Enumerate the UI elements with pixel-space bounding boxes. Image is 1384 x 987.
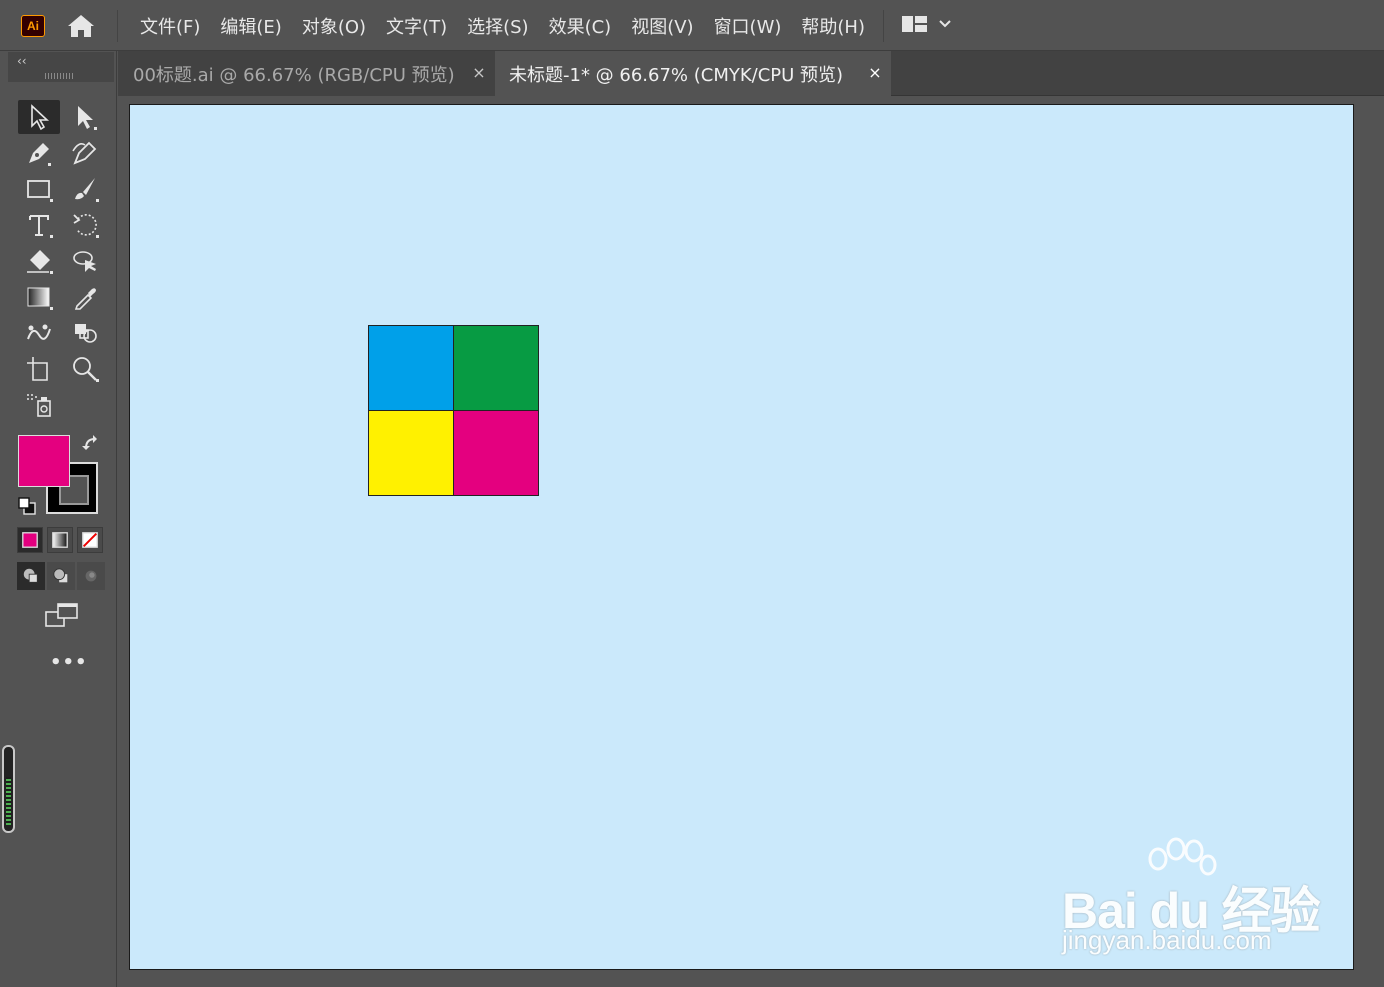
- gradient-icon: [27, 287, 53, 310]
- menu-help[interactable]: 帮助(H): [791, 13, 875, 39]
- shape-builder-tool[interactable]: [64, 316, 106, 350]
- collapse-panel-icon[interactable]: ‹‹: [17, 54, 27, 68]
- draw-normal-icon: [23, 568, 38, 583]
- document-tab-active[interactable]: 未标题-1* @ 66.67% (CMYK/CPU 预览) ×: [495, 51, 891, 96]
- rotate-tool[interactable]: [64, 208, 106, 242]
- pen-tool[interactable]: [18, 136, 60, 170]
- rotate-icon: [73, 214, 99, 238]
- menu-divider: [117, 10, 118, 42]
- selection-arrow-icon: [31, 104, 50, 131]
- document-tab-inactive[interactable]: 00标题.ai @ 66.67% (RGB/CPU 预览) ×: [118, 51, 495, 96]
- watermark-url: jingyan.baidu.com: [1062, 925, 1272, 955]
- menu-edit[interactable]: 编辑(E): [210, 13, 291, 39]
- menu-type[interactable]: 文字(T): [376, 13, 457, 39]
- eyedropper-tool[interactable]: [64, 280, 106, 314]
- paintbrush-tool[interactable]: [64, 172, 106, 206]
- gradient-mode-button[interactable]: [47, 527, 73, 553]
- magnifier-icon: [73, 357, 99, 382]
- menu-view[interactable]: 视图(V): [621, 13, 703, 39]
- swap-fill-stroke-icon[interactable]: [82, 434, 102, 454]
- selection-tool[interactable]: [18, 100, 60, 134]
- draw-normal-button[interactable]: [17, 562, 45, 590]
- artboard-icon: [27, 357, 48, 381]
- draw-inside-button[interactable]: [77, 562, 105, 590]
- home-icon[interactable]: [66, 12, 96, 40]
- zoom-tool[interactable]: [64, 352, 106, 386]
- square-green[interactable]: [453, 325, 539, 411]
- rectangle-tool[interactable]: [18, 172, 60, 206]
- tab-close-icon[interactable]: ×: [469, 63, 489, 82]
- symbol-sprayer-icon: [27, 394, 51, 417]
- gradient-swatch-icon: [52, 532, 68, 548]
- panel-grip[interactable]: [45, 73, 75, 79]
- menu-object[interactable]: 对象(O): [292, 13, 376, 39]
- eraser-tool[interactable]: [18, 244, 60, 278]
- type-tool[interactable]: [18, 208, 60, 242]
- symbol-sprayer-tool[interactable]: [18, 388, 60, 422]
- rectangle-icon: [27, 180, 53, 202]
- baidu-jingyan-watermark: Bai du 经验 jingyan.baidu.com: [1058, 837, 1321, 959]
- square-yellow[interactable]: [368, 410, 454, 496]
- draw-behind-icon: [53, 568, 68, 583]
- paintbrush-icon: [75, 178, 99, 202]
- artboard-tool[interactable]: [18, 352, 60, 386]
- menu-select[interactable]: 选择(S): [457, 13, 538, 39]
- color-icon: [22, 532, 38, 548]
- pen-icon: [29, 143, 51, 166]
- gradient-tool[interactable]: [18, 280, 60, 314]
- direct-selection-arrow-icon: [78, 106, 97, 130]
- menu-bar: Ai 文件(F) 编辑(E) 对象(O) 文字(T) 选择(S) 效果(C) 视…: [0, 0, 1384, 51]
- curvature-tool[interactable]: [64, 136, 106, 170]
- panel-scroll-handle[interactable]: [2, 745, 15, 833]
- tab-label: 未标题-1* @ 66.67% (CMYK/CPU 预览): [509, 64, 844, 86]
- color-mode-row: [17, 527, 105, 553]
- lasso-tool[interactable]: [64, 244, 106, 278]
- type-t-icon: [29, 215, 53, 238]
- none-swatch-icon: [82, 532, 98, 548]
- eraser-icon: [27, 250, 53, 274]
- curvature-pen-icon: [72, 141, 97, 165]
- tab-label: 00标题.ai @ 66.67% (RGB/CPU 预览): [133, 64, 455, 86]
- square-magenta[interactable]: [453, 410, 539, 496]
- screen-mode-icon[interactable]: [44, 602, 80, 628]
- menu-file[interactable]: 文件(F): [130, 13, 210, 39]
- menu-divider: [883, 10, 884, 42]
- menu-items: 文件(F) 编辑(E) 对象(O) 文字(T) 选择(S) 效果(C) 视图(V…: [130, 0, 875, 51]
- menu-effect[interactable]: 效果(C): [539, 13, 622, 39]
- shape-builder-icon: [75, 324, 97, 343]
- fill-color-swatch[interactable]: [18, 435, 70, 487]
- app-logo: Ai: [21, 15, 45, 37]
- puppet-warp-icon: [27, 324, 51, 340]
- eyedropper-icon: [74, 288, 96, 310]
- workspace-switcher-icon[interactable]: [902, 14, 962, 36]
- square-cyan[interactable]: [368, 325, 454, 411]
- drawing-mode-row: [17, 562, 105, 590]
- default-fill-stroke-icon[interactable]: [17, 496, 37, 516]
- direct-selection-tool[interactable]: [64, 100, 106, 134]
- color-mode-button[interactable]: [17, 527, 43, 553]
- menu-window[interactable]: 窗口(W): [704, 13, 792, 39]
- draw-behind-button[interactable]: [47, 562, 75, 590]
- edit-toolbar-more-icon[interactable]: •••: [50, 652, 88, 673]
- none-mode-button[interactable]: [77, 527, 103, 553]
- draw-inside-icon: [85, 570, 97, 582]
- puppet-warp-tool[interactable]: [18, 316, 60, 350]
- tab-close-icon[interactable]: ×: [865, 63, 885, 82]
- document-tab-bar: 00标题.ai @ 66.67% (RGB/CPU 预览) × 未标题-1* @…: [118, 51, 1384, 96]
- lasso-icon: [73, 251, 96, 272]
